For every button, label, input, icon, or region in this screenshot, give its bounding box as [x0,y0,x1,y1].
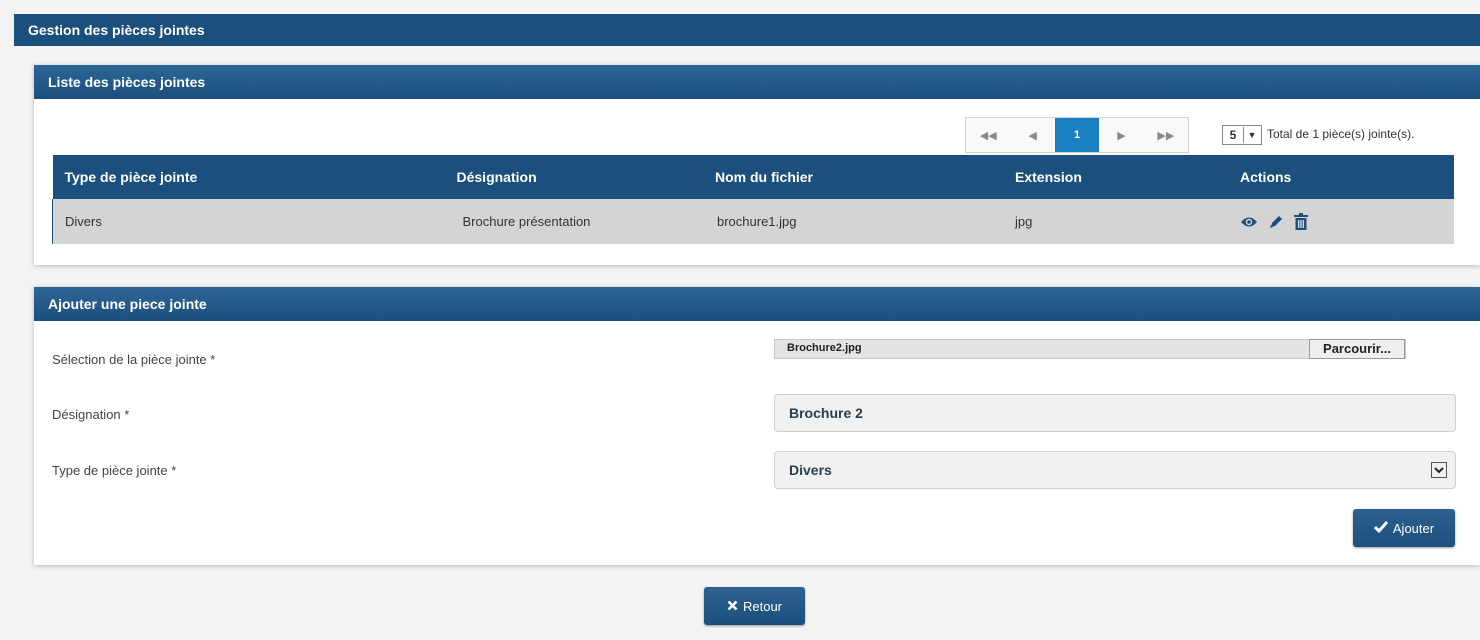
browse-button[interactable]: Parcourir... [1309,339,1405,359]
chevron-down-icon [1431,462,1447,478]
first-page-button[interactable]: ◀◀ [966,118,1010,152]
column-header-designation[interactable]: Désignation [444,155,703,199]
type-select-value: Divers [789,462,832,478]
close-icon [727,599,738,614]
add-button-label: Ajouter [1392,520,1435,536]
view-icon[interactable] [1240,215,1258,229]
cell-extension: jpg [1003,199,1228,244]
selected-file-name: Brochure2.jpg [787,342,862,354]
column-header-filename[interactable]: Nom du fichier [703,155,1003,199]
delete-trash-icon[interactable] [1294,213,1308,230]
type-label: Type de pièce jointe * [52,463,177,478]
column-header-actions: Actions [1228,155,1454,199]
attachments-table: Type de pièce jointe Désignation Nom du … [52,155,1454,244]
column-header-type[interactable]: Type de pièce jointe [52,155,445,199]
total-count: Total de 1 pièce(s) jointe(s). [1267,127,1415,141]
attachments-list-panel: Liste des pièces jointes ◀◀ ◀ 1 ▶ ▶▶ 5 ▼… [34,65,1480,265]
designation-input[interactable]: Brochure 2 [774,394,1456,432]
cell-type: Divers [52,199,445,244]
add-attachment-panel: Ajouter une piece jointe Sélection de la… [34,287,1480,565]
table-header-row: Type de pièce jointe Désignation Nom du … [52,155,1454,199]
cell-designation: Brochure présentation [444,199,703,244]
chevron-down-icon: ▼ [1243,127,1260,143]
add-panel-title: Ajouter une piece jointe [34,287,1480,321]
page-1-button[interactable]: 1 [1054,118,1100,152]
double-right-icon: ▶▶ [1157,129,1175,142]
rows-per-page-value: 5 [1229,128,1237,142]
prev-page-button[interactable]: ◀ [1010,118,1054,152]
right-icon: ▶ [1117,129,1126,142]
row-actions [1240,213,1454,230]
rows-per-page-select[interactable]: 5 ▼ [1222,125,1262,145]
table-row: Divers Brochure présentation brochure1.j… [52,199,1454,244]
paginator: ◀◀ ◀ 1 ▶ ▶▶ [965,117,1189,153]
last-page-button[interactable]: ▶▶ [1144,118,1188,152]
check-icon [1373,520,1389,536]
file-label: Sélection de la pièce jointe * [52,352,216,367]
next-page-button[interactable]: ▶ [1099,118,1143,152]
list-panel-title: Liste des pièces jointes [34,65,1480,99]
back-button-label: Retour [742,598,783,614]
back-button[interactable]: Retour [704,587,805,625]
page-title: Gestion des pièces jointes [14,14,1480,46]
add-button[interactable]: Ajouter [1353,509,1455,547]
cell-filename: brochure1.jpg [703,199,1003,244]
column-header-extension[interactable]: Extension [1003,155,1228,199]
cell-actions [1228,199,1454,244]
left-icon: ◀ [1028,129,1037,142]
double-left-icon: ◀◀ [979,129,997,142]
designation-label: Désignation * [52,407,130,422]
file-input[interactable]: Brochure2.jpg Parcourir... [774,339,1406,359]
type-select[interactable]: Divers [774,451,1456,489]
edit-pencil-icon[interactable] [1268,214,1284,230]
